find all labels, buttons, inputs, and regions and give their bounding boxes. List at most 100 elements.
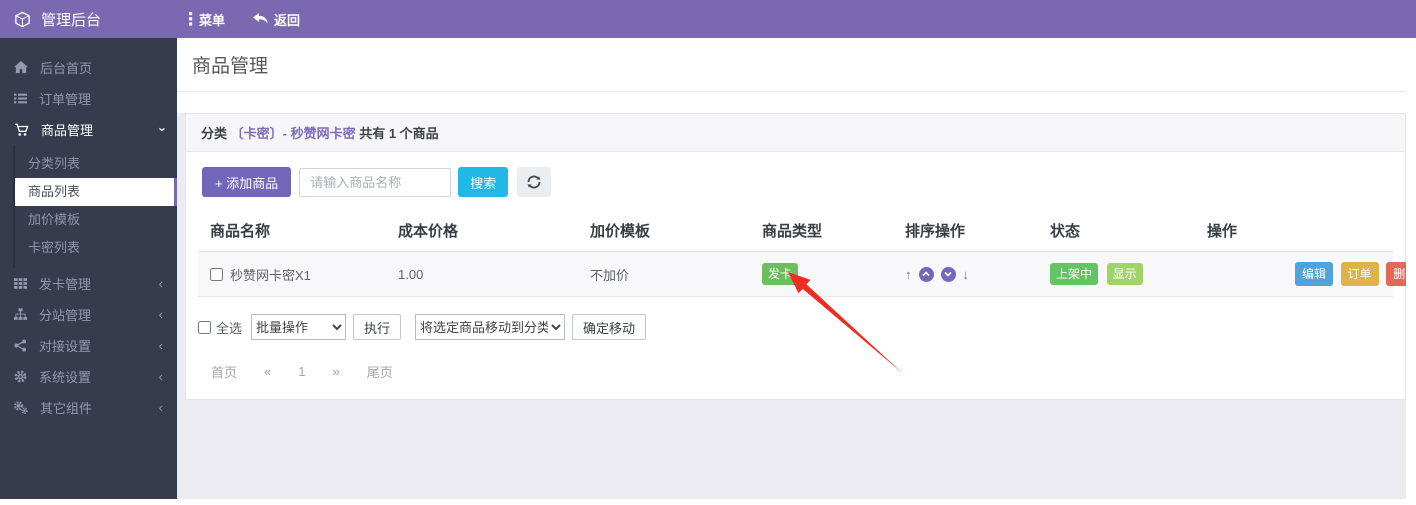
page-background: 分类 〔卡密〕- 秒赞网卡密 共有 1 个商品 + 添加商品 搜索 (177, 113, 1406, 505)
brand[interactable]: 管理后台 (0, 9, 177, 30)
table-row: 秒赞网卡密X1 1.00 不加价 发卡 ↑ (198, 252, 1393, 297)
back-link[interactable]: 返回 (253, 10, 300, 29)
col-header-sort: 排序操作 (893, 209, 1038, 252)
bulk-action-select[interactable]: 批量操作 (251, 314, 346, 340)
admin-panel-screen: 管理后台 菜单 返回 (0, 0, 1416, 505)
sidebar-item-faka[interactable]: 发卡管理 ‹ (0, 268, 177, 299)
sitemap-icon (14, 308, 27, 321)
gears-icon (14, 401, 28, 414)
sidebar-item-label: 分站管理 (39, 305, 91, 324)
pagination: 首页 « 1 » 尾页 (198, 362, 1393, 381)
toolbar: + 添加商品 搜索 (198, 167, 1393, 197)
brand-title: 管理后台 (41, 9, 101, 30)
col-header-type: 商品类型 (750, 209, 893, 252)
col-header-cost: 成本价格 (386, 209, 578, 252)
search-input[interactable] (299, 168, 451, 197)
edit-button[interactable]: 编辑 (1295, 262, 1333, 286)
sidebar-item-label: 后台首页 (40, 58, 92, 77)
topbar-links: 菜单 返回 (189, 10, 300, 29)
sidebar-item-products[interactable]: 商品管理 ‹ (0, 114, 177, 145)
product-type-badge: 发卡 (762, 263, 798, 285)
sort-circle-down-icon[interactable] (941, 267, 956, 282)
gear-icon (14, 370, 27, 383)
refresh-icon (527, 175, 541, 189)
sidebar-subitem-product-list[interactable]: 商品列表 (15, 178, 177, 206)
menu-link[interactable]: 菜单 (189, 10, 225, 29)
pagination-next[interactable]: » (332, 364, 339, 379)
sort-up-icon[interactable]: ↑ (905, 267, 912, 282)
refresh-button[interactable] (517, 167, 551, 197)
confirm-move-button[interactable]: 确定移动 (572, 314, 646, 340)
col-header-name: 商品名称 (198, 209, 386, 252)
batch-operations: 全选 批量操作 执行 将选定商品移动到分类 确定移动 (198, 314, 1393, 340)
sidebar-subitem-category-list[interactable]: 分类列表 (0, 150, 177, 178)
select-all-label[interactable]: 全选 (216, 318, 242, 337)
sidebar: 后台首页 订单管理 商 (0, 38, 177, 505)
pagination-prev[interactable]: « (264, 364, 271, 379)
status-badge-onsale[interactable]: 上架中 (1050, 263, 1098, 285)
sidebar-subitem-card-list[interactable]: 卡密列表 (0, 234, 177, 262)
sidebar-item-label: 商品管理 (41, 120, 93, 139)
sidebar-item-system[interactable]: 系统设置 ‹ (0, 361, 177, 392)
execute-button[interactable]: 执行 (353, 314, 401, 340)
sidebar-item-label: 订单管理 (39, 89, 91, 108)
col-header-actions: 操作 (1195, 209, 1393, 252)
pagination-page-1[interactable]: 1 (298, 364, 305, 379)
sidebar-item-label: 对接设置 (39, 336, 91, 355)
filter-category-link[interactable]: 〔卡密〕- 秒赞网卡密 (231, 126, 356, 141)
move-category-select[interactable]: 将选定商品移动到分类 (415, 314, 565, 340)
filter-prefix: 分类 (201, 126, 227, 141)
sidebar-item-label: 其它组件 (40, 398, 92, 417)
col-header-status: 状态 (1038, 209, 1195, 252)
home-icon (14, 61, 28, 74)
sort-circle-up-icon[interactable] (919, 267, 934, 282)
bottom-edge (0, 499, 1416, 505)
sidebar-item-other[interactable]: 其它组件 ‹ (0, 392, 177, 423)
product-table: 商品名称 成本价格 加价模板 商品类型 排序操作 状态 操作 (198, 209, 1393, 297)
sidebar-item-label: 系统设置 (39, 367, 91, 386)
chevron-left-icon: ‹ (159, 400, 163, 415)
product-panel: 分类 〔卡密〕- 秒赞网卡密 共有 1 个商品 + 添加商品 搜索 (185, 113, 1406, 400)
pagination-first[interactable]: 首页 (211, 362, 237, 381)
sidebar-subitem-markup-template[interactable]: 加价模板 (0, 206, 177, 234)
cart-icon (14, 123, 29, 137)
sidebar-item-label: 发卡管理 (39, 274, 91, 293)
share-link-icon (14, 339, 27, 352)
order-button[interactable]: 订单 (1341, 262, 1379, 286)
sidebar-item-home[interactable]: 后台首页 (0, 52, 177, 83)
sidebar-item-docking[interactable]: 对接设置 ‹ (0, 330, 177, 361)
sort-down-icon[interactable]: ↓ (963, 267, 970, 282)
back-arrow-icon (253, 13, 268, 25)
table-header-row: 商品名称 成本价格 加价模板 商品类型 排序操作 状态 操作 (198, 209, 1393, 252)
chevron-left-icon: ‹ (159, 276, 163, 291)
status-badge-visible[interactable]: 显示 (1107, 263, 1143, 285)
products-submenu: 分类列表 商品列表 加价模板 卡密列表 (0, 145, 177, 268)
sort-controls: ↑ ↓ (905, 267, 1026, 282)
pagination-last[interactable]: 尾页 (367, 362, 393, 381)
col-header-markup: 加价模板 (578, 209, 750, 252)
row-checkbox[interactable] (210, 268, 223, 281)
panel-header: 分类 〔卡密〕- 秒赞网卡密 共有 1 个商品 (186, 114, 1405, 152)
grid-icon (14, 277, 27, 290)
chevron-left-icon: ‹ (159, 307, 163, 322)
product-name: 秒赞网卡密X1 (230, 265, 311, 284)
chevron-left-icon: ‹ (159, 369, 163, 384)
chevron-down-icon: ‹ (153, 127, 168, 131)
page-title-bar: 商品管理 (177, 38, 1416, 92)
search-button[interactable]: 搜索 (458, 167, 508, 197)
add-product-button[interactable]: + 添加商品 (202, 167, 291, 197)
select-all-checkbox[interactable] (198, 321, 211, 334)
product-cost: 1.00 (386, 252, 578, 297)
filter-count: 共有 1 个商品 (359, 126, 438, 141)
chevron-left-icon: ‹ (159, 338, 163, 353)
list-icon (14, 92, 27, 105)
topbar: 管理后台 菜单 返回 (0, 0, 1416, 38)
sidebar-item-substation[interactable]: 分站管理 ‹ (0, 299, 177, 330)
menu-link-label: 菜单 (199, 10, 225, 29)
sidebar-item-orders[interactable]: 订单管理 (0, 83, 177, 114)
menu-dots-icon (189, 12, 193, 26)
cube-icon (14, 11, 31, 28)
scrollbar-track[interactable] (1406, 76, 1416, 505)
main-content: 商品管理 分类 〔卡密〕- 秒赞网卡密 共有 1 个商品 + 添加商品 搜 (177, 38, 1416, 505)
product-markup: 不加价 (578, 252, 750, 297)
